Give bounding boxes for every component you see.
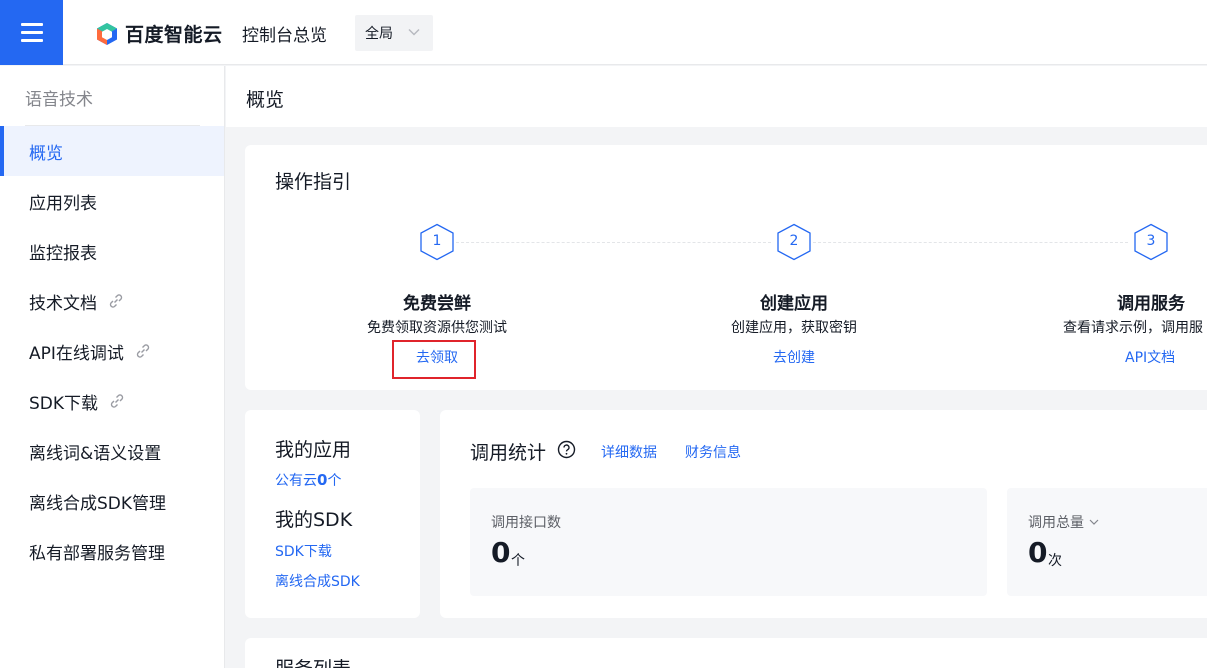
help-question-icon[interactable] bbox=[557, 440, 576, 459]
my-sdk-title: 我的SDK bbox=[275, 509, 353, 531]
offline-sdk-link[interactable]: 离线合成SDK bbox=[275, 571, 360, 591]
step-description: 免费领取资源供您测试 bbox=[367, 320, 507, 336]
my-apps-card: 我的应用 公有云0个 我的SDK SDK下载 离线合成SDK bbox=[245, 410, 420, 618]
api-count-stat: 调用接口数 0 个 bbox=[470, 488, 987, 596]
sidebar-item-label: 技术文档 bbox=[29, 293, 97, 314]
sidebar-item-label: SDK下载 bbox=[29, 393, 99, 414]
stat-unit: 次 bbox=[1048, 553, 1062, 569]
sidebar-item-offline-words[interactable]: 离线词&语义设置 bbox=[0, 426, 224, 476]
sidebar-item-sdk-download[interactable]: SDK下载 bbox=[0, 376, 224, 426]
top-bar: 百度智能云 控制台总览 全局 bbox=[0, 0, 1207, 65]
sidebar-item-label: 监控报表 bbox=[29, 243, 97, 264]
step-connector bbox=[456, 242, 771, 243]
sidebar-item-monitoring[interactable]: 监控报表 bbox=[0, 226, 224, 276]
service-list-card: 服务列表 bbox=[245, 638, 1207, 668]
sidebar-item-label: 离线词&语义设置 bbox=[29, 443, 162, 464]
sidebar-item-app-list[interactable]: 应用列表 bbox=[0, 176, 224, 226]
call-stats-card: 调用统计 详细数据 财务信息 调用接口数 0 个 调用总量 0 次 bbox=[440, 410, 1207, 618]
stat-label: 调用接口数 bbox=[491, 515, 561, 531]
sidebar: 语音技术 概览 应用列表 监控报表 技术文档 API在线调试 SDK下载 离线词… bbox=[0, 66, 225, 668]
external-link-icon bbox=[136, 344, 150, 358]
hamburger-menu-icon[interactable] bbox=[0, 0, 63, 65]
baidu-cloud-logo-icon bbox=[97, 22, 117, 45]
sidebar-item-label: 应用列表 bbox=[29, 193, 97, 214]
chevron-down-icon bbox=[1089, 519, 1099, 525]
sidebar-item-tech-docs[interactable]: 技术文档 bbox=[0, 276, 224, 326]
highlight-box bbox=[392, 340, 476, 379]
sidebar-title: 语音技术 bbox=[25, 90, 93, 110]
sidebar-item-offline-sdk-manage[interactable]: 离线合成SDK管理 bbox=[0, 476, 224, 526]
public-cloud-count: 0 bbox=[317, 471, 328, 489]
step-name: 创建应用 bbox=[760, 294, 828, 314]
sidebar-item-api-debug[interactable]: API在线调试 bbox=[0, 326, 224, 376]
my-apps-title: 我的应用 bbox=[275, 439, 352, 461]
api-docs-link[interactable]: API文档 bbox=[1125, 347, 1175, 367]
sdk-download-link[interactable]: SDK下载 bbox=[275, 541, 332, 561]
sidebar-item-label: API在线调试 bbox=[29, 343, 124, 364]
total-calls-stat: 调用总量 0 次 bbox=[1007, 488, 1207, 596]
step-name: 调用服务 bbox=[1117, 294, 1185, 314]
sidebar-item-private-deploy[interactable]: 私有部署服务管理 bbox=[0, 526, 224, 576]
public-cloud-unit: 个 bbox=[327, 473, 342, 489]
region-select-value: 全局 bbox=[365, 26, 393, 42]
step-description: 创建应用，获取密钥 bbox=[731, 320, 857, 336]
stat-value: 0 bbox=[491, 536, 511, 569]
stat-label: 调用总量 bbox=[1028, 515, 1084, 531]
page-title: 概览 bbox=[246, 89, 285, 111]
sidebar-item-label: 概览 bbox=[29, 143, 63, 164]
stats-title: 调用统计 bbox=[470, 442, 547, 464]
console-overview-link[interactable]: 控制台总览 bbox=[242, 21, 327, 46]
stat-value: 0 bbox=[1028, 536, 1048, 569]
operation-guide-card: 操作指引 1 免费尝鲜 免费领取资源供您测试 去领取 2 创建应用 创建应用，获… bbox=[245, 145, 1207, 390]
chevron-down-icon bbox=[408, 28, 420, 36]
detail-data-link[interactable]: 详细数据 bbox=[601, 442, 657, 462]
public-cloud-label: 公有云 bbox=[275, 473, 317, 489]
step-name: 免费尝鲜 bbox=[403, 294, 471, 314]
total-calls-selector[interactable]: 调用总量 bbox=[1028, 512, 1100, 532]
create-app-link[interactable]: 去创建 bbox=[773, 347, 815, 367]
brand-logo[interactable]: 百度智能云 bbox=[95, 20, 223, 47]
step-connector bbox=[813, 242, 1128, 243]
guide-title: 操作指引 bbox=[275, 171, 352, 193]
sidebar-item-label: 私有部署服务管理 bbox=[29, 543, 165, 564]
page-header: 概览 bbox=[226, 66, 1207, 127]
sidebar-item-overview[interactable]: 概览 bbox=[0, 126, 224, 176]
external-link-icon bbox=[110, 394, 124, 408]
step-number: 3 bbox=[1146, 233, 1156, 249]
brand-name: 百度智能云 bbox=[125, 24, 223, 46]
finance-info-link[interactable]: 财务信息 bbox=[685, 442, 741, 462]
stat-unit: 个 bbox=[511, 553, 525, 569]
sidebar-item-label: 离线合成SDK管理 bbox=[29, 493, 167, 514]
step-number: 1 bbox=[432, 233, 442, 249]
service-list-title: 服务列表 bbox=[275, 654, 351, 668]
external-link-icon bbox=[109, 294, 123, 308]
step-description: 查看请求示例，调用服 bbox=[1063, 320, 1203, 336]
step-number: 2 bbox=[789, 233, 799, 249]
region-select[interactable]: 全局 bbox=[355, 15, 433, 51]
public-cloud-link[interactable]: 公有云0个 bbox=[275, 470, 341, 490]
